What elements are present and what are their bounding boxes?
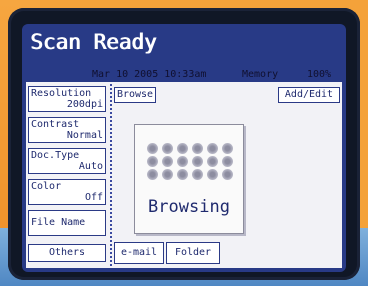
activity-dots-icon: [147, 143, 233, 189]
date-time: Mar 10 2005 10:33am: [92, 69, 207, 80]
doc-type-button[interactable]: Doc.Type Auto: [28, 148, 106, 174]
color-value: Off: [84, 192, 103, 203]
memory-value: 100%: [307, 69, 332, 80]
doc-type-label: Doc.Type: [31, 150, 80, 161]
browsing-indicator: Browsing: [134, 124, 244, 234]
others-label: Others: [48, 247, 86, 258]
others-button[interactable]: Others: [28, 244, 106, 262]
doc-type-value: Auto: [78, 161, 103, 172]
file-name-label: File Name: [31, 217, 86, 228]
resolution-label: Resolution: [31, 88, 92, 99]
memory-label: Memory: [242, 69, 279, 80]
resolution-value: 200dpi: [66, 99, 103, 110]
color-button[interactable]: Color Off: [28, 179, 106, 205]
contrast-label: Contrast: [31, 119, 80, 130]
lcd-screen: Scan Ready Mar 10 2005 10:33am Memory 10…: [22, 24, 346, 272]
file-name-button[interactable]: File Name: [28, 210, 106, 236]
side-divider: [110, 84, 112, 268]
color-label: Color: [31, 181, 62, 192]
tab-email[interactable]: e-mail: [114, 242, 164, 264]
browse-button[interactable]: Browse: [114, 87, 156, 103]
contrast-button[interactable]: Contrast Normal: [28, 117, 106, 143]
add-edit-button[interactable]: Add/Edit: [278, 87, 340, 103]
resolution-button[interactable]: Resolution 200dpi: [28, 86, 106, 112]
screen-title: Scan Ready: [30, 30, 157, 54]
browsing-text: Browsing: [148, 197, 230, 217]
contrast-value: Normal: [66, 130, 103, 141]
tab-folder[interactable]: Folder: [166, 242, 220, 264]
